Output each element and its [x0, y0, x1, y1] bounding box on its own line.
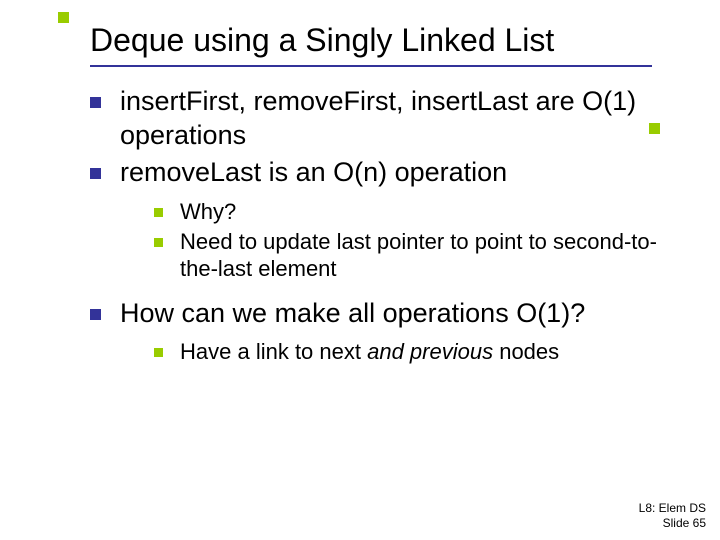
- bullet-text: How can we make all operations O(1)?: [120, 298, 585, 328]
- bullet-text: insertFirst, removeFirst, insertLast are…: [120, 86, 636, 150]
- footer-line: L8: Elem DS: [639, 501, 706, 515]
- bullet-item: insertFirst, removeFirst, insertLast are…: [90, 85, 684, 153]
- bullet-item: removeLast is an O(n) operation Why? Nee…: [90, 156, 684, 282]
- bullet-text: removeLast is an O(n) operation: [120, 157, 507, 187]
- slide-title: Deque using a Singly Linked List: [90, 22, 680, 59]
- bullet-text-emph: and previous: [367, 339, 493, 364]
- bullet-sublist: Why? Need to update last pointer to poin…: [120, 198, 684, 283]
- body-area: insertFirst, removeFirst, insertLast are…: [0, 71, 720, 366]
- accent-square-icon: [58, 12, 69, 23]
- bullet-subitem: Why?: [154, 198, 684, 226]
- title-underline: [90, 65, 652, 67]
- bullet-subitem: Have a link to next and previous nodes: [154, 338, 684, 366]
- title-area: Deque using a Singly Linked List: [0, 0, 720, 71]
- slide: Deque using a Singly Linked List insertF…: [0, 0, 720, 540]
- footer-line: Slide 65: [639, 516, 706, 530]
- bullet-text: Need to update last pointer to point to …: [180, 229, 657, 282]
- bullet-text-part: nodes: [493, 339, 559, 364]
- bullet-item: How can we make all operations O(1)? Hav…: [90, 297, 684, 366]
- bullet-sublist: Have a link to next and previous nodes: [120, 338, 684, 366]
- slide-footer: L8: Elem DS Slide 65: [639, 501, 706, 530]
- bullet-text: Why?: [180, 199, 236, 224]
- bullet-subitem: Need to update last pointer to point to …: [154, 228, 684, 283]
- bullet-text-part: Have a link to next: [180, 339, 367, 364]
- bullet-list: insertFirst, removeFirst, insertLast are…: [90, 85, 684, 366]
